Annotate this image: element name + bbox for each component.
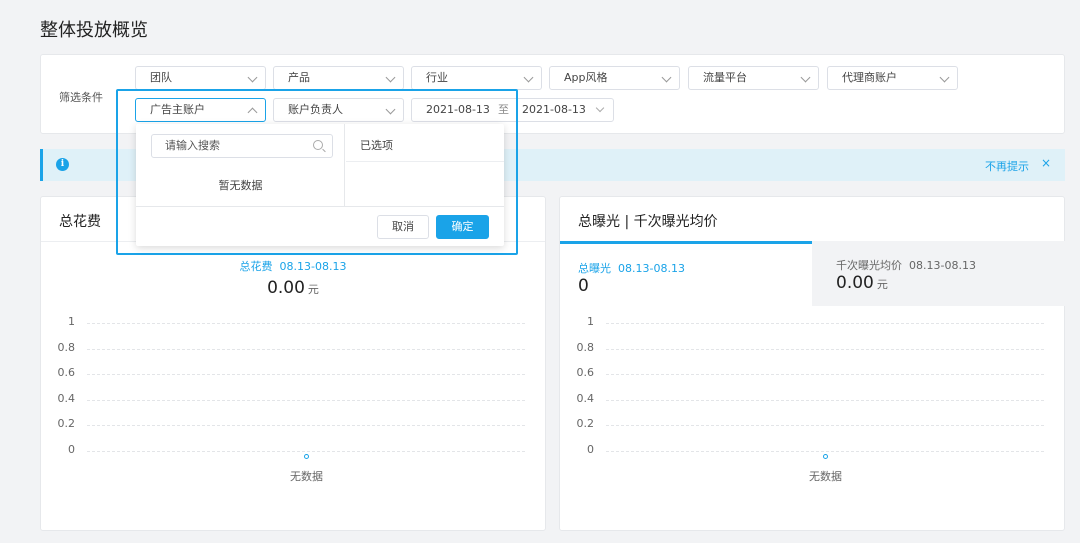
- card-title: 总花费: [59, 214, 101, 230]
- dropdown-empty-text: 暂无数据: [218, 179, 263, 192]
- y-tick-label: 1: [68, 315, 75, 328]
- y-tick-label: 0.4: [576, 391, 595, 405]
- tab-range: 08.13-08.13: [618, 262, 685, 275]
- app-style-select[interactable]: App风格: [549, 66, 680, 90]
- advertiser-account-dropdown: 请输入搜索 暂无数据 已选项 取消 确定: [136, 124, 504, 246]
- gridline: [87, 374, 525, 376]
- y-tick-label: 0.8: [57, 340, 76, 354]
- y-tick-label: 1: [587, 315, 594, 328]
- chart-empty-text: 无数据: [290, 470, 323, 483]
- tab-range: 08.13-08.13: [909, 259, 976, 272]
- gridline: [87, 451, 525, 452]
- chevron-down-icon: [800, 72, 811, 83]
- y-tick-label: 0.4: [57, 391, 76, 405]
- divider: [346, 161, 504, 162]
- selected-items-title: 已选项: [360, 139, 393, 152]
- tab-value: 0.00: [836, 273, 874, 293]
- gridline: [87, 425, 525, 427]
- close-icon[interactable]: ×: [1041, 156, 1051, 170]
- y-tick-label: 0.6: [576, 366, 595, 380]
- spend-chart: 1 0.8 0.6 0.4 0.2 0: [41, 315, 545, 487]
- exposure-chart: 1 0.8 0.6 0.4 0.2 0: [560, 315, 1064, 487]
- date-end[interactable]: 2021-08-13: [522, 99, 586, 121]
- traffic-platform-select[interactable]: 流量平台: [688, 66, 819, 90]
- y-tick-label: 0.2: [57, 417, 76, 431]
- y-tick-label: 0: [587, 443, 594, 456]
- chevron-down-icon: [247, 72, 258, 83]
- confirm-button[interactable]: 确定: [436, 215, 489, 239]
- gridline: [606, 451, 1044, 452]
- exposure-card: 总曝光 | 千次曝光均价 总曝光 08.13-08.13 0 千次曝光均价 08…: [559, 196, 1065, 531]
- y-tick-label: 0.8: [576, 340, 595, 354]
- gridline: [87, 323, 525, 324]
- page-title: 整体投放概览: [40, 20, 148, 41]
- filter-label: 筛选条件: [59, 91, 103, 104]
- gridline: [606, 399, 1044, 401]
- y-tick-label: 0.6: [57, 366, 76, 380]
- tab-total-exposure[interactable]: 总曝光 08.13-08.13 0: [560, 241, 812, 306]
- info-icon: i: [56, 158, 69, 171]
- team-select[interactable]: 团队: [135, 66, 266, 90]
- y-tick-label: 0: [68, 443, 75, 456]
- divider: [136, 206, 504, 207]
- gridline: [606, 425, 1044, 427]
- industry-select[interactable]: 行业: [411, 66, 542, 90]
- metric-value: 0.00: [267, 278, 305, 298]
- agency-account-select[interactable]: 代理商账户: [827, 66, 958, 90]
- search-icon: [313, 140, 323, 150]
- chevron-down-icon: [661, 72, 672, 83]
- chevron-down-icon: [385, 72, 396, 83]
- cancel-button[interactable]: 取消: [377, 215, 429, 239]
- tab-label: 千次曝光均价: [836, 259, 902, 272]
- tab-unit: 元: [876, 278, 888, 291]
- chevron-down-icon: [595, 103, 605, 113]
- gridline: [606, 323, 1044, 324]
- gridline: [606, 348, 1044, 350]
- tab-value: 0: [578, 276, 589, 296]
- card-title: 总曝光 | 千次曝光均价: [578, 214, 718, 230]
- chevron-down-icon: [939, 72, 950, 83]
- chevron-down-icon: [523, 72, 534, 83]
- product-select[interactable]: 产品: [273, 66, 404, 90]
- dont-show-again-link[interactable]: 不再提示: [985, 158, 1029, 174]
- empty-data-point: [823, 454, 828, 459]
- dropdown-search-input[interactable]: 请输入搜索: [151, 134, 333, 158]
- dropdown-options-pane: 请输入搜索 暂无数据: [136, 124, 345, 206]
- metric-label: 总花费: [239, 260, 273, 273]
- gridline: [606, 374, 1044, 376]
- spend-metric: 总花费 08.13-08.13 0.00 元: [41, 258, 545, 298]
- gridline: [87, 399, 525, 401]
- gridline: [87, 348, 525, 350]
- metric-range: 08.13-08.13: [279, 260, 347, 273]
- y-tick-label: 0.2: [576, 417, 595, 431]
- metric-unit: 元: [307, 283, 319, 296]
- tab-label: 总曝光: [578, 262, 611, 275]
- search-placeholder: 请输入搜索: [165, 139, 220, 152]
- chart-empty-text: 无数据: [809, 470, 842, 483]
- tab-cpm[interactable]: 千次曝光均价 08.13-08.13 0.00 元: [812, 241, 1065, 306]
- empty-data-point: [304, 454, 309, 459]
